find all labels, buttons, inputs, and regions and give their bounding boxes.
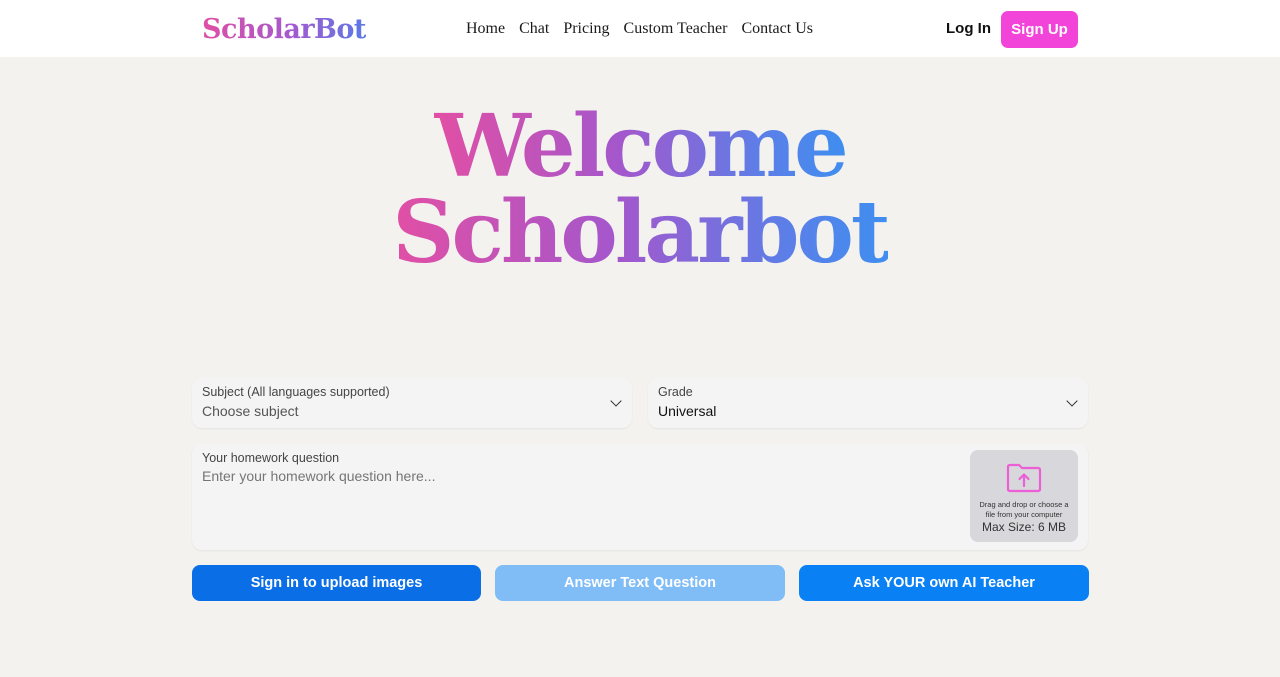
nav-contact-us-link[interactable]: Contact Us (741, 18, 813, 40)
homework-question-input[interactable] (202, 468, 942, 484)
upload-hint: Drag and drop or choose a file from your… (979, 500, 1069, 519)
subject-select[interactable]: Subject (All languages supported) Choose… (192, 378, 632, 428)
hero-title-line-1: Welcome (434, 96, 848, 197)
scholarbot-logo[interactable]: ScholarBot (202, 12, 366, 48)
subject-label: Subject (All languages supported) (202, 385, 390, 399)
subject-value: Choose subject (202, 403, 299, 419)
login-button[interactable]: Log In (946, 18, 991, 40)
nav-home-link[interactable]: Home (466, 18, 505, 40)
folder-upload-icon (1006, 463, 1042, 493)
nav-chat-link[interactable]: Chat (519, 18, 549, 40)
ask-ai-teacher-button[interactable]: Ask YOUR own AI Teacher (799, 565, 1089, 601)
main-nav: Home Chat Pricing Custom Teacher Contact… (466, 18, 813, 40)
top-navigation-bar: ScholarBot Home Chat Pricing Custom Teac… (0, 0, 1280, 57)
grade-label: Grade (658, 385, 693, 399)
grade-select[interactable]: Grade Universal (648, 378, 1088, 428)
hero-heading: Welcome Scholarbot (0, 104, 1280, 276)
nav-pricing-link[interactable]: Pricing (563, 18, 609, 40)
upload-max-size: Max Size: 6 MB (981, 520, 1067, 534)
homework-question-label: Your homework question (202, 451, 340, 465)
hero-title-line-2: Scholarbot (392, 182, 890, 283)
homework-question-field: Your homework question (192, 444, 1088, 550)
chevron-down-icon (1066, 395, 1078, 407)
file-upload-dropzone[interactable]: Drag and drop or choose a file from your… (970, 450, 1078, 542)
grade-value: Universal (658, 403, 717, 419)
sign-in-to-upload-button[interactable]: Sign in to upload images (192, 565, 481, 601)
answer-text-question-button[interactable]: Answer Text Question (495, 565, 785, 601)
nav-custom-teacher-link[interactable]: Custom Teacher (624, 18, 728, 40)
chevron-down-icon (610, 395, 622, 407)
signup-button[interactable]: Sign Up (1001, 11, 1078, 48)
